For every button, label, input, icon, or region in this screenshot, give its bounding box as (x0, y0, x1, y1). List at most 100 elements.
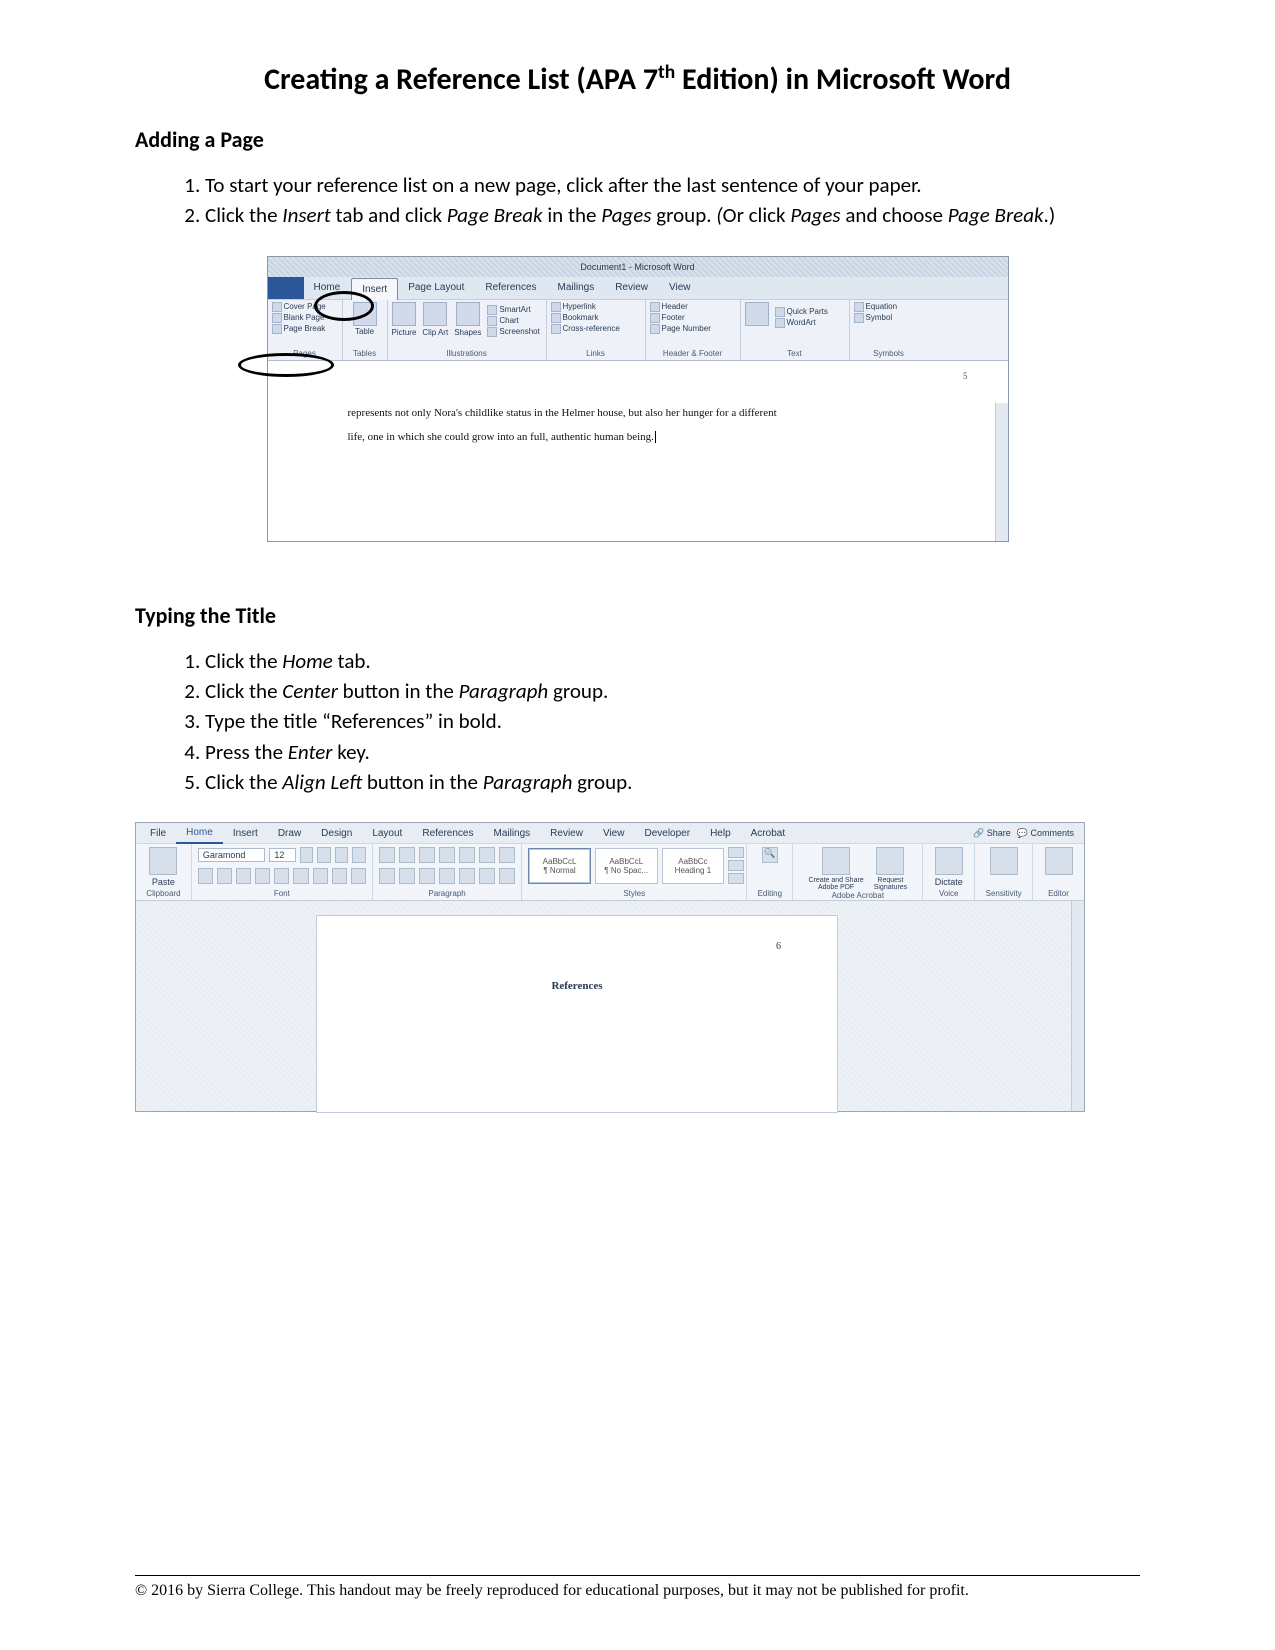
bookmark-button[interactable]: Bookmark (551, 313, 641, 323)
clear-format-icon[interactable] (352, 847, 366, 863)
grow-font-icon[interactable] (300, 847, 314, 863)
group-label: Illustrations (392, 349, 542, 358)
tab-developer[interactable]: Developer (634, 823, 700, 843)
tab-view[interactable]: View (659, 277, 702, 299)
ribbon-tabs: Home Insert Page Layout References Maili… (268, 277, 1008, 299)
strike-icon[interactable] (255, 868, 270, 884)
style-heading1[interactable]: AaBbCc Heading 1 (662, 848, 725, 884)
tab-home[interactable]: Home (176, 822, 223, 844)
styles-more-icon[interactable] (728, 873, 744, 884)
tab-review[interactable]: Review (605, 277, 659, 299)
footer-button[interactable]: Footer (650, 313, 736, 323)
group-paragraph: Paragraph (373, 844, 522, 900)
italic-icon[interactable] (217, 868, 232, 884)
superscript-icon[interactable] (293, 868, 308, 884)
sensitivity-icon[interactable] (990, 847, 1018, 875)
tab-draw[interactable]: Draw (268, 823, 311, 843)
highlight-icon[interactable] (332, 868, 347, 884)
styles-up-icon[interactable] (728, 847, 744, 858)
steps-typing-title: Click the Home tab. Click the Center but… (135, 647, 1140, 797)
shrink-font-icon[interactable] (317, 847, 331, 863)
font-size-select[interactable]: 12 (269, 848, 295, 862)
tab-help[interactable]: Help (700, 823, 741, 843)
tab-insert[interactable]: Insert (223, 823, 268, 843)
change-case-icon[interactable] (335, 847, 349, 863)
group-links: Hyperlink Bookmark Cross-reference Links (547, 300, 646, 360)
scrollbar[interactable] (1071, 901, 1084, 1111)
step: Type the title “References” in bold. (205, 707, 1140, 735)
comments-button[interactable]: 💬 Comments (1017, 828, 1074, 839)
tab-file[interactable]: File (140, 823, 176, 843)
tab-page-layout[interactable]: Page Layout (398, 277, 475, 299)
group-label: Links (551, 349, 641, 358)
create-share-pdf-button[interactable]: Create and Share Adobe PDF (808, 847, 863, 891)
show-hide-icon[interactable] (499, 847, 515, 863)
screenshot-button[interactable]: Screenshot (487, 327, 539, 337)
underline-icon[interactable] (236, 868, 251, 884)
tab-references[interactable]: References (475, 277, 547, 299)
share-button[interactable]: 🔗 Share (973, 828, 1011, 839)
multilevel-icon[interactable] (419, 847, 435, 863)
ribbon: Cover Page Blank Page Page Break Pages T… (268, 299, 1008, 361)
bullets-icon[interactable] (379, 847, 395, 863)
font-color-icon[interactable] (351, 868, 366, 884)
subscript-icon[interactable] (274, 868, 289, 884)
borders-icon[interactable] (499, 868, 515, 884)
textbox-button[interactable] (745, 302, 769, 328)
tab-file[interactable] (268, 277, 304, 299)
scrollbar[interactable] (995, 403, 1008, 541)
tab-layout[interactable]: Layout (362, 823, 412, 843)
sort-icon[interactable] (479, 847, 495, 863)
dictate-icon[interactable] (935, 847, 963, 875)
crossref-button[interactable]: Cross-reference (551, 324, 641, 334)
tab-view[interactable]: View (593, 823, 635, 843)
clipart-button[interactable]: Clip Art (422, 302, 448, 337)
group-label: Editing (753, 889, 786, 898)
request-signatures-button[interactable]: Request Signatures (874, 847, 907, 891)
numbering-icon[interactable] (399, 847, 415, 863)
style-normal[interactable]: AaBbCcL ¶ Normal (528, 848, 591, 884)
shading-icon[interactable] (479, 868, 495, 884)
group-adobe: Create and Share Adobe PDF Request Signa… (793, 844, 923, 900)
editor-icon[interactable] (1045, 847, 1073, 875)
hyperlink-button[interactable]: Hyperlink (551, 302, 641, 312)
align-center-icon[interactable] (399, 868, 415, 884)
justify-icon[interactable] (439, 868, 455, 884)
symbol-button[interactable]: Symbol (854, 313, 924, 323)
bold-icon[interactable] (198, 868, 213, 884)
equation-button[interactable]: Equation (854, 302, 924, 312)
picture-button[interactable]: Picture (392, 302, 417, 337)
pagenumber-icon (650, 324, 660, 334)
page-break-button[interactable]: Page Break (272, 324, 338, 334)
header-button[interactable]: Header (650, 302, 736, 312)
align-right-icon[interactable] (419, 868, 435, 884)
wordart-button[interactable]: WordArt (775, 318, 828, 328)
footer-icon (650, 313, 660, 323)
document-area[interactable]: References 6 (136, 901, 1084, 1111)
styles-down-icon[interactable] (728, 860, 744, 871)
font-name-select[interactable]: Garamond (198, 848, 266, 862)
tab-mailings[interactable]: Mailings (548, 277, 606, 299)
align-left-icon[interactable] (379, 868, 395, 884)
tab-mailings[interactable]: Mailings (483, 823, 540, 843)
tab-review[interactable]: Review (540, 823, 593, 843)
tab-acrobat[interactable]: Acrobat (741, 823, 795, 843)
paste-icon[interactable] (149, 847, 177, 875)
line-spacing-icon[interactable] (459, 868, 475, 884)
smartart-button[interactable]: SmartArt (487, 305, 539, 315)
title-sup: th (658, 60, 675, 84)
find-icon[interactable]: 🔍 (762, 847, 778, 863)
document-area[interactable]: 5 represents not only Nora's childlike s… (268, 361, 1008, 541)
smartart-icon (487, 305, 497, 315)
increase-indent-icon[interactable] (459, 847, 475, 863)
pagenumber-button[interactable]: Page Number (650, 324, 736, 334)
chart-button[interactable]: Chart (487, 316, 539, 326)
tab-references[interactable]: References (412, 823, 483, 843)
style-no-spacing[interactable]: AaBbCcL ¶ No Spac... (595, 848, 658, 884)
textbox-icon (745, 302, 769, 326)
quickparts-button[interactable]: Quick Parts (775, 307, 828, 317)
shapes-button[interactable]: Shapes (454, 302, 481, 337)
tab-design[interactable]: Design (311, 823, 362, 843)
text-effects-icon[interactable] (313, 868, 328, 884)
decrease-indent-icon[interactable] (439, 847, 455, 863)
